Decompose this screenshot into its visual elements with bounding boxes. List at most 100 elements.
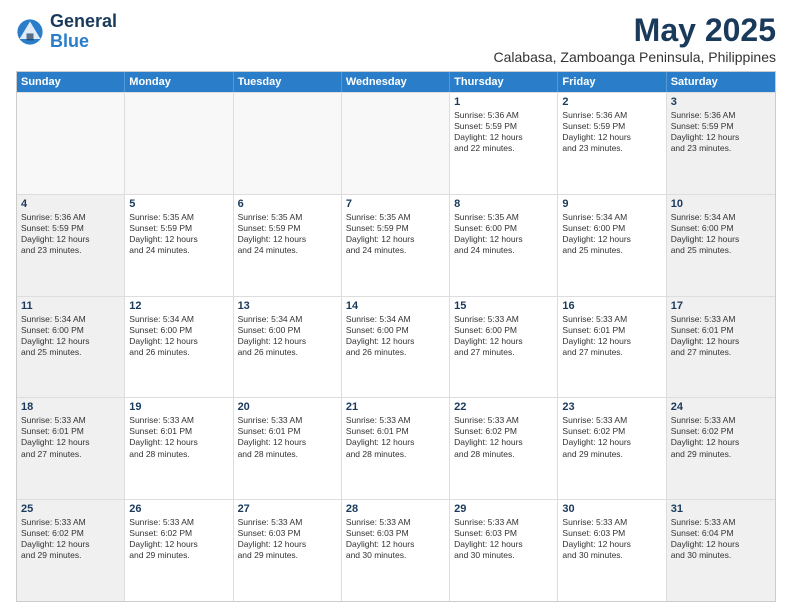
cell-text-line: and 30 minutes. [454, 550, 553, 561]
cell-text-line: Sunset: 6:03 PM [562, 528, 661, 539]
cell-text-line: Sunset: 6:00 PM [454, 325, 553, 336]
cell-text-line: and 29 minutes. [129, 550, 228, 561]
cell-text-line: Sunset: 6:00 PM [671, 223, 771, 234]
cell-text-line: and 28 minutes. [238, 449, 337, 460]
cell-text-line: and 24 minutes. [454, 245, 553, 256]
day-number: 15 [454, 300, 553, 312]
cell-text-line: Sunset: 6:03 PM [454, 528, 553, 539]
cell-text-line: and 25 minutes. [671, 245, 771, 256]
day-number: 21 [346, 401, 445, 413]
cell-text-line: Daylight: 12 hours [129, 437, 228, 448]
cal-cell-empty [125, 93, 233, 194]
cell-text-line: Sunrise: 5:33 AM [562, 517, 661, 528]
cal-header-monday: Monday [125, 72, 233, 92]
logo: General Blue [16, 12, 117, 52]
day-number: 28 [346, 503, 445, 515]
cell-text-line: Sunset: 6:00 PM [346, 325, 445, 336]
day-number: 25 [21, 503, 120, 515]
cell-text-line: Sunset: 6:00 PM [238, 325, 337, 336]
cell-text-line: Sunset: 6:01 PM [346, 426, 445, 437]
cal-cell-day-1: 1Sunrise: 5:36 AMSunset: 5:59 PMDaylight… [450, 93, 558, 194]
cell-text-line: and 25 minutes. [562, 245, 661, 256]
calendar-body: 1Sunrise: 5:36 AMSunset: 5:59 PMDaylight… [17, 92, 775, 601]
cell-text-line: Sunset: 6:03 PM [238, 528, 337, 539]
cell-text-line: and 30 minutes. [671, 550, 771, 561]
day-number: 26 [129, 503, 228, 515]
cell-text-line: Daylight: 12 hours [238, 336, 337, 347]
day-number: 31 [671, 503, 771, 515]
cell-text-line: Sunrise: 5:33 AM [454, 517, 553, 528]
day-number: 24 [671, 401, 771, 413]
cell-text-line: Sunrise: 5:33 AM [238, 517, 337, 528]
page: General Blue May 2025 Calabasa, Zamboang… [0, 0, 792, 612]
day-number: 29 [454, 503, 553, 515]
cell-text-line: Sunrise: 5:34 AM [21, 314, 120, 325]
day-number: 4 [21, 198, 120, 210]
cal-cell-day-16: 16Sunrise: 5:33 AMSunset: 6:01 PMDayligh… [558, 297, 666, 398]
cell-text-line: Sunset: 6:01 PM [21, 426, 120, 437]
cell-text-line: Daylight: 12 hours [671, 336, 771, 347]
cal-cell-day-3: 3Sunrise: 5:36 AMSunset: 5:59 PMDaylight… [667, 93, 775, 194]
cell-text-line: Sunset: 5:59 PM [562, 121, 661, 132]
cell-text-line: and 24 minutes. [129, 245, 228, 256]
cal-cell-empty [234, 93, 342, 194]
cell-text-line: Sunrise: 5:33 AM [346, 415, 445, 426]
cell-text-line: and 29 minutes. [671, 449, 771, 460]
day-number: 5 [129, 198, 228, 210]
cell-text-line: Daylight: 12 hours [454, 234, 553, 245]
cell-text-line: Sunrise: 5:35 AM [454, 212, 553, 223]
cal-cell-day-25: 25Sunrise: 5:33 AMSunset: 6:02 PMDayligh… [17, 500, 125, 601]
cal-cell-day-26: 26Sunrise: 5:33 AMSunset: 6:02 PMDayligh… [125, 500, 233, 601]
cell-text-line: Sunrise: 5:33 AM [238, 415, 337, 426]
cell-text-line: Sunset: 6:02 PM [129, 528, 228, 539]
cell-text-line: Sunset: 6:00 PM [562, 223, 661, 234]
cell-text-line: Daylight: 12 hours [346, 437, 445, 448]
header: General Blue May 2025 Calabasa, Zamboang… [16, 12, 776, 65]
cal-cell-day-28: 28Sunrise: 5:33 AMSunset: 6:03 PMDayligh… [342, 500, 450, 601]
cell-text-line: Sunrise: 5:34 AM [562, 212, 661, 223]
cell-text-line: Daylight: 12 hours [454, 539, 553, 550]
cell-text-line: and 24 minutes. [238, 245, 337, 256]
cal-cell-day-13: 13Sunrise: 5:34 AMSunset: 6:00 PMDayligh… [234, 297, 342, 398]
cell-text-line: Sunrise: 5:33 AM [21, 517, 120, 528]
cal-week-3: 11Sunrise: 5:34 AMSunset: 6:00 PMDayligh… [17, 296, 775, 398]
cell-text-line: and 28 minutes. [454, 449, 553, 460]
cal-cell-day-19: 19Sunrise: 5:33 AMSunset: 6:01 PMDayligh… [125, 398, 233, 499]
cell-text-line: Sunrise: 5:36 AM [562, 110, 661, 121]
cell-text-line: Daylight: 12 hours [454, 336, 553, 347]
logo-icon [16, 18, 44, 46]
cell-text-line: Sunset: 5:59 PM [238, 223, 337, 234]
cell-text-line: Daylight: 12 hours [671, 539, 771, 550]
cal-cell-day-2: 2Sunrise: 5:36 AMSunset: 5:59 PMDaylight… [558, 93, 666, 194]
cell-text-line: Sunset: 6:04 PM [671, 528, 771, 539]
cell-text-line: Sunrise: 5:33 AM [454, 314, 553, 325]
cell-text-line: Sunset: 6:02 PM [562, 426, 661, 437]
day-number: 17 [671, 300, 771, 312]
cell-text-line: and 28 minutes. [346, 449, 445, 460]
cell-text-line: Sunset: 5:59 PM [346, 223, 445, 234]
cal-header-wednesday: Wednesday [342, 72, 450, 92]
cell-text-line: and 26 minutes. [238, 347, 337, 358]
cell-text-line: and 27 minutes. [671, 347, 771, 358]
day-number: 2 [562, 96, 661, 108]
cal-cell-day-23: 23Sunrise: 5:33 AMSunset: 6:02 PMDayligh… [558, 398, 666, 499]
day-number: 14 [346, 300, 445, 312]
main-title: May 2025 [493, 12, 776, 49]
cal-header-sunday: Sunday [17, 72, 125, 92]
cell-text-line: Sunset: 6:01 PM [562, 325, 661, 336]
cell-text-line: Sunset: 6:01 PM [238, 426, 337, 437]
cell-text-line: Daylight: 12 hours [21, 437, 120, 448]
cal-cell-day-21: 21 Sunrise: 5:33 AMSunset: 6:01 PMDayligh… [342, 398, 450, 499]
cell-text-line: Daylight: 12 hours [129, 234, 228, 245]
cal-cell-day-4: 4Sunrise: 5:36 AMSunset: 5:59 PMDaylight… [17, 195, 125, 296]
cal-cell-day-12: 12Sunrise: 5:34 AMSunset: 6:00 PMDayligh… [125, 297, 233, 398]
cal-cell-day-22: 22Sunrise: 5:33 AMSunset: 6:02 PMDayligh… [450, 398, 558, 499]
cell-text-line: Sunrise: 5:33 AM [454, 415, 553, 426]
title-block: May 2025 Calabasa, Zamboanga Peninsula, … [493, 12, 776, 65]
day-number: 7 [346, 198, 445, 210]
cell-text-line: Sunset: 5:59 PM [129, 223, 228, 234]
cell-text-line: and 24 minutes. [346, 245, 445, 256]
cell-text-line: Sunset: 5:59 PM [671, 121, 771, 132]
cell-text-line: Sunrise: 5:36 AM [671, 110, 771, 121]
cell-text-line: Sunset: 5:59 PM [21, 223, 120, 234]
